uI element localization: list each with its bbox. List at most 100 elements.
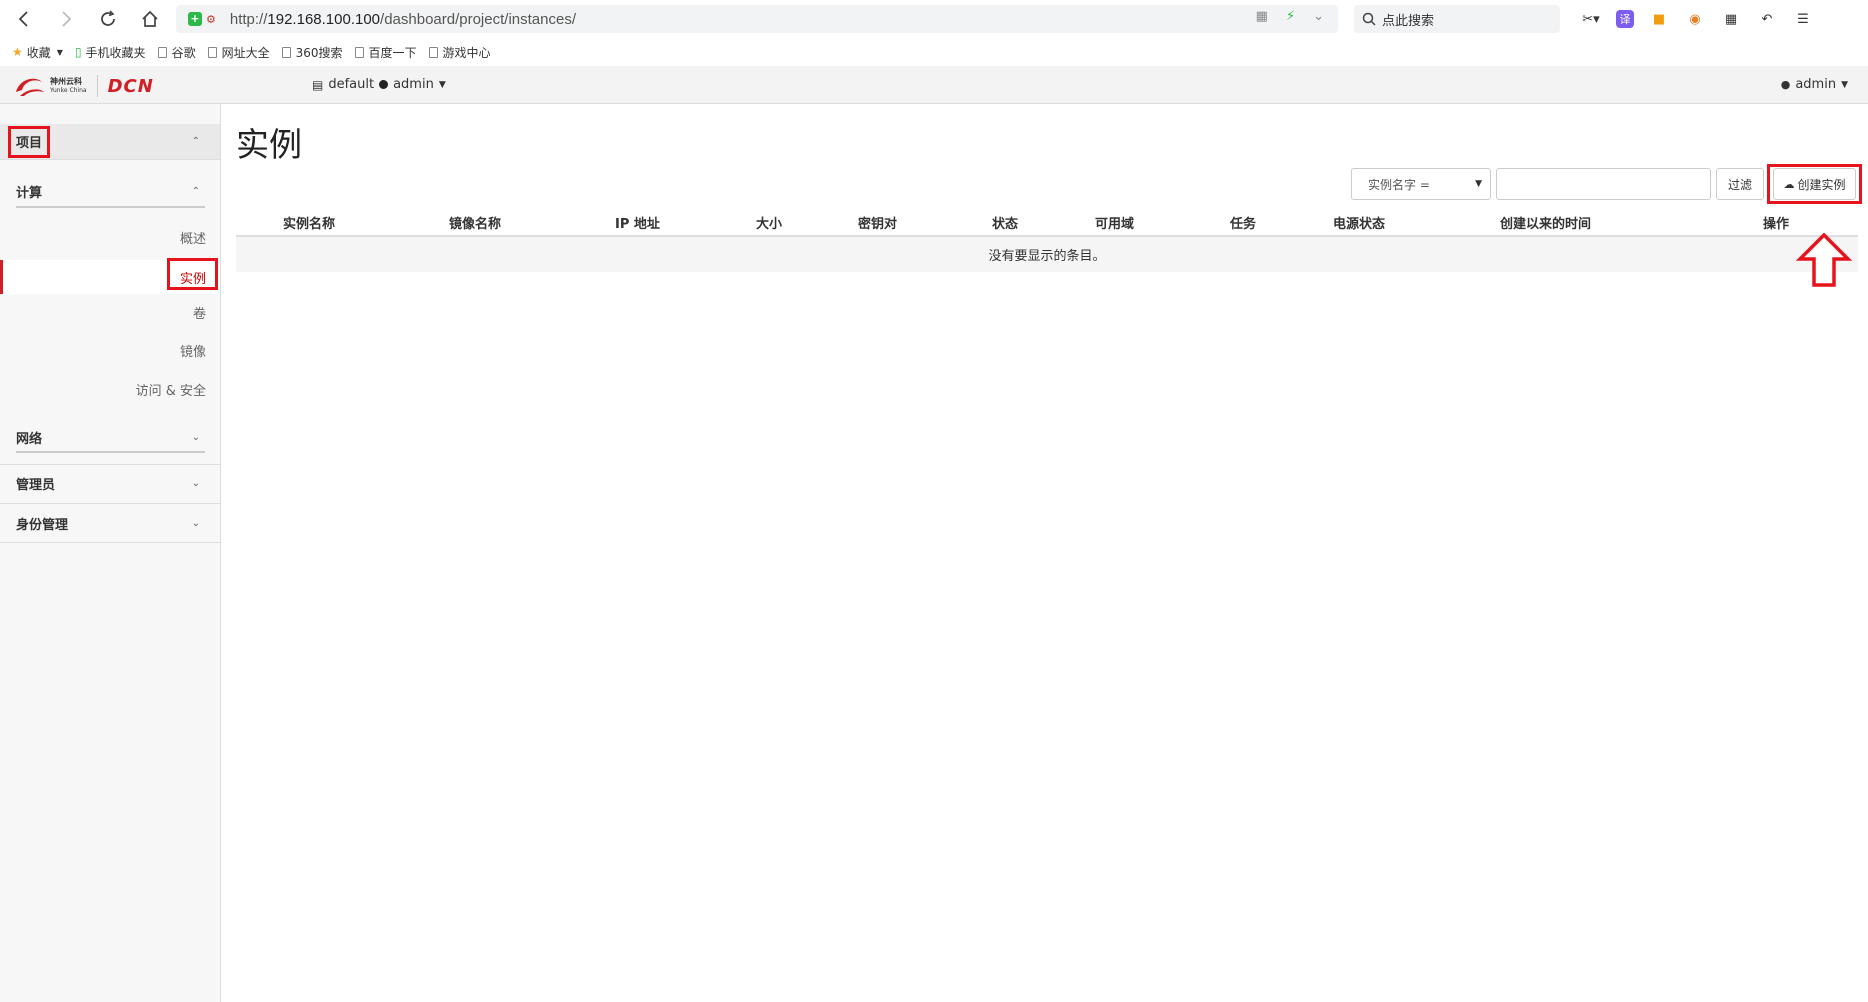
user-icon: ● xyxy=(1780,78,1791,91)
caret-down-icon: ▼ xyxy=(1841,79,1848,90)
filter-input[interactable] xyxy=(1496,168,1711,200)
browser-search-input[interactable]: 点此搜索 xyxy=(1354,5,1560,33)
divider xyxy=(16,206,205,208)
sidebar-section-label: 管理员 xyxy=(16,477,56,493)
page-title: 实例 xyxy=(236,125,302,164)
app-header: 神州云科 Yunke China DCN ▤ default admin ▼ ●… xyxy=(0,66,1868,104)
divider xyxy=(16,451,205,453)
filter-button[interactable]: 过滤 xyxy=(1716,168,1764,200)
sidebar-section-label: 网络 xyxy=(16,431,43,447)
sidebar-item-volumes[interactable]: 卷 xyxy=(0,295,220,329)
column-header[interactable]: IP 地址 xyxy=(615,213,660,232)
bookmark-favorites[interactable]: ★ 收藏 ▼ xyxy=(12,44,63,61)
home-icon xyxy=(142,10,158,27)
table-empty-row: 没有要显示的条目。 xyxy=(236,237,1858,272)
logo-cn-text: 神州云科 xyxy=(50,77,82,86)
bookmark-mobile[interactable]: ▯ 手机收藏夹 xyxy=(75,44,146,61)
sidebar-item-overview[interactable]: 概述 xyxy=(0,220,220,254)
chevron-down-icon: ⌄ xyxy=(191,477,200,489)
sidebar-item-instances[interactable]: 实例 xyxy=(0,260,220,294)
column-header[interactable]: 实例名称 xyxy=(283,213,335,232)
create-instance-button[interactable]: ☁ 创建实例 xyxy=(1773,168,1856,200)
arrow-up-annotation-icon xyxy=(1796,232,1852,287)
sidebar-item-images[interactable]: 镜像 xyxy=(0,333,220,367)
star-icon: ★ xyxy=(12,45,23,59)
column-header[interactable]: 可用域 xyxy=(1095,213,1134,232)
brand-text: DCN xyxy=(107,75,154,97)
page-icon xyxy=(428,46,438,58)
project-picker[interactable]: ▤ default admin ▼ xyxy=(312,77,446,92)
filter-field-select[interactable]: 实例名字 = ▼ xyxy=(1351,168,1491,200)
column-header[interactable]: 创建以来的时间 xyxy=(1500,213,1591,232)
reload-icon xyxy=(101,10,115,26)
back-button[interactable] xyxy=(6,4,42,34)
fox-icon[interactable]: ■ xyxy=(1648,8,1670,30)
shield-icon: + xyxy=(188,12,202,26)
bookmarks-bar: ★ 收藏 ▼ ▯ 手机收藏夹 谷歌 网址大全 360搜索 百度一下 游戏中心 xyxy=(0,38,1868,66)
grid-icon[interactable]: ▦ xyxy=(1720,8,1742,30)
home-button[interactable] xyxy=(132,4,168,34)
caret-down-icon: ▼ xyxy=(1475,179,1482,189)
bookmark-google[interactable]: 谷歌 xyxy=(157,44,196,61)
project-icon: ▤ xyxy=(312,77,324,92)
bookmark-games[interactable]: 游戏中心 xyxy=(428,44,491,61)
user-name: admin xyxy=(1795,77,1837,92)
translate-icon[interactable]: 译 xyxy=(1616,10,1634,28)
column-header[interactable]: 镜像名称 xyxy=(449,213,501,232)
bookmark-baidu[interactable]: 百度一下 xyxy=(354,44,417,61)
menu-icon[interactable]: ☰ xyxy=(1792,8,1814,30)
chevron-down-icon: ⌄ xyxy=(191,431,200,443)
forward-icon xyxy=(62,11,72,27)
column-header[interactable]: 任务 xyxy=(1230,213,1256,232)
project-domain: default xyxy=(328,77,375,92)
url-text[interactable]: http://192.168.100.100/dashboard/project… xyxy=(230,11,576,28)
scissors-icon[interactable]: ✂▾ xyxy=(1580,8,1602,30)
sidebar-section-label: 计算 xyxy=(16,185,43,201)
logo-swirl-icon xyxy=(16,78,44,96)
column-header[interactable]: 状态 xyxy=(992,213,1018,232)
reload-button[interactable] xyxy=(90,4,126,34)
page-icon xyxy=(157,46,167,58)
table-header: 实例名称 镜像名称 IP 地址 大小 密钥对 状态 可用域 任务 电源状态 创建… xyxy=(236,205,1858,237)
sidebar-section-identity[interactable]: 身份管理 ⌄ xyxy=(0,504,220,542)
cookie-block-icon: ⚙ xyxy=(206,12,216,26)
bookmark-360[interactable]: 360搜索 xyxy=(281,44,343,61)
qr-code-icon[interactable]: ▦ xyxy=(1256,9,1268,24)
chevron-up-icon: ⌃ xyxy=(191,136,200,147)
logo-en-text: Yunke China xyxy=(50,87,87,94)
sidebar-section-project[interactable]: 项目 ⌃ xyxy=(0,124,220,160)
sidebar-section-label: 项目 xyxy=(16,136,43,151)
sidebar-section-admin[interactable]: 管理员 ⌄ xyxy=(0,464,220,502)
sidebar-item-access-security[interactable]: 访问 & 安全 xyxy=(0,372,220,406)
sidebar-section-label: 身份管理 xyxy=(16,517,69,533)
column-header[interactable]: 操作 xyxy=(1763,213,1789,232)
logo-divider xyxy=(96,75,98,97)
column-header[interactable]: 密钥对 xyxy=(858,213,897,232)
search-icon xyxy=(1362,12,1376,26)
phone-icon: ▯ xyxy=(74,45,82,59)
back-icon xyxy=(18,11,28,27)
chevron-down-icon[interactable]: ⌄ xyxy=(1313,9,1324,24)
page-icon xyxy=(207,46,217,58)
column-header[interactable]: 大小 xyxy=(756,213,782,232)
page-icon xyxy=(354,46,364,58)
column-header[interactable]: 电源状态 xyxy=(1333,213,1385,232)
lightning-icon[interactable]: ⚡ xyxy=(1286,9,1295,24)
game-icon[interactable]: ◉ xyxy=(1684,8,1706,30)
user-menu[interactable]: ● admin ▼ xyxy=(1781,77,1848,92)
logo[interactable]: 神州云科 Yunke China DCN xyxy=(14,74,154,98)
sidebar-section-compute[interactable]: 计算 ⌃ xyxy=(0,174,220,208)
project-user: admin xyxy=(393,77,434,92)
caret-down-icon: ▼ xyxy=(438,79,446,90)
chevron-up-icon: ⌃ xyxy=(191,185,200,197)
separator-dot xyxy=(379,80,389,89)
cloud-upload-icon: ☁ xyxy=(1783,177,1795,191)
undo-icon[interactable]: ↶ xyxy=(1756,8,1778,30)
chevron-down-icon: ⌄ xyxy=(191,517,200,529)
forward-button[interactable] xyxy=(48,4,84,34)
bookmark-hao[interactable]: 网址大全 xyxy=(207,44,270,61)
page-icon xyxy=(281,46,291,58)
divider xyxy=(0,542,221,543)
sidebar-section-network[interactable]: 网络 ⌄ xyxy=(0,420,220,454)
address-bar[interactable]: + ⚙ http://192.168.100.100/dashboard/pro… xyxy=(176,5,1338,33)
